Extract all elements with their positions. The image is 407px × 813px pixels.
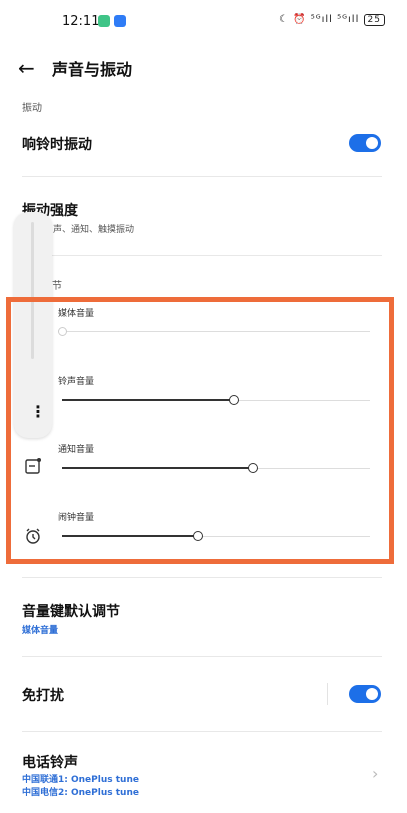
volume-key-row[interactable]: 音量键默认调节 媒体音量 xyxy=(22,601,382,641)
divider xyxy=(22,656,382,657)
divider xyxy=(22,577,382,578)
app-notification-icon xyxy=(98,15,110,27)
divider xyxy=(22,731,382,732)
ringtone-sim2: 中国电信2: OnePlus tune xyxy=(22,788,139,798)
ring-vibrate-toggle[interactable] xyxy=(349,134,381,152)
section-label-volume: 节 xyxy=(52,281,62,292)
status-right-icons: ☾ ⏰ ⁵ᴳıll ⁵ᴳıll xyxy=(278,14,360,25)
back-arrow-icon[interactable]: ← xyxy=(18,56,35,80)
ringtone-title: 电话铃声 xyxy=(22,755,78,771)
vibration-strength-row[interactable]: 振动强度 声、通知、触摸振动 xyxy=(22,200,382,240)
status-icons: ☾ ⏰ ⁵ᴳıll ⁵ᴳıll 25 xyxy=(279,14,385,26)
dnd-row[interactable]: 免打扰 xyxy=(22,683,382,705)
page-title: 声音与振动 xyxy=(52,60,133,79)
status-time: 12:11 xyxy=(62,14,100,29)
battery-icon: 25 xyxy=(363,14,385,26)
ringtone-row[interactable]: 电话铃声 中国联通1: OnePlus tune 中国电信2: OnePlus … xyxy=(22,752,382,802)
ring-vibrate-label: 响铃时振动 xyxy=(22,137,92,153)
ringtone-sim1: 中国联通1: OnePlus tune xyxy=(22,775,139,785)
volume-key-value: 媒体音量 xyxy=(22,626,59,636)
divider xyxy=(22,176,382,177)
section-label-vibration: 振动 xyxy=(22,103,42,114)
divider xyxy=(22,255,382,256)
ring-vibrate-row[interactable]: 响铃时振动 xyxy=(22,132,382,154)
dnd-toggle[interactable] xyxy=(349,685,381,703)
dnd-label: 免打扰 xyxy=(22,688,64,704)
vibration-strength-subtitle: 声、通知、触摸振动 xyxy=(53,225,135,235)
status-bar: 12:11 ☾ ⏰ ⁵ᴳıll ⁵ᴳıll 25 xyxy=(0,10,407,34)
separator xyxy=(327,683,328,705)
volume-key-title: 音量键默认调节 xyxy=(22,604,120,620)
chevron-right-icon: › xyxy=(372,764,379,783)
highlight-box xyxy=(6,297,394,564)
app-notification-icon-2 xyxy=(114,15,126,27)
